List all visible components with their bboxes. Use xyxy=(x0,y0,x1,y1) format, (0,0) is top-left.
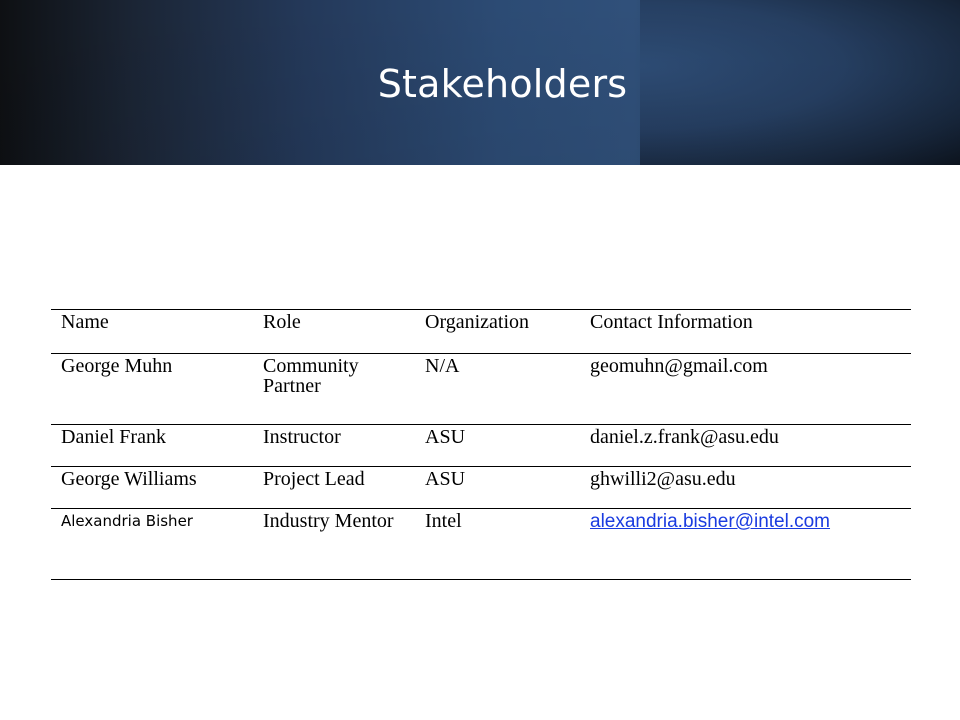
cell-organization: Intel xyxy=(425,510,462,532)
column-header-organization: Organization xyxy=(425,311,530,333)
stakeholders-table: Name Role Organization Contact Informati… xyxy=(51,309,911,580)
table-header-row: Name Role Organization Contact Informati… xyxy=(51,309,911,354)
column-header-role: Role xyxy=(263,311,301,333)
cell-role: Project Lead xyxy=(263,468,365,490)
table-row: George Muhn Community Partner N/A geomuh… xyxy=(51,354,911,425)
email-link[interactable]: alexandria.bisher@intel.com xyxy=(590,511,830,532)
slide-title: Stakeholders xyxy=(377,62,628,106)
cell-role: Industry Mentor xyxy=(263,510,394,532)
cell-contact: daniel.z.frank@asu.edu xyxy=(590,426,779,448)
slide: Stakeholders Name Role Organization Cont… xyxy=(0,0,960,720)
table-row: Alexandria Bisher Industry Mentor Intel … xyxy=(51,509,911,580)
cell-contact: geomuhn@gmail.com xyxy=(590,355,768,377)
cell-name: Alexandria Bisher xyxy=(61,512,193,530)
cell-role: Instructor xyxy=(263,426,341,448)
cell-name: Daniel Frank xyxy=(61,426,166,448)
cell-name: George Williams xyxy=(61,468,197,490)
table-row: George Williams Project Lead ASU ghwilli… xyxy=(51,467,911,509)
table-row: Daniel Frank Instructor ASU daniel.z.fra… xyxy=(51,425,911,467)
cell-role: Community Partner xyxy=(263,355,359,397)
column-header-name: Name xyxy=(61,311,109,333)
cell-contact: alexandria.bisher@intel.com xyxy=(580,509,911,580)
cell-organization: N/A xyxy=(425,355,460,377)
column-header-contact: Contact Information xyxy=(590,311,753,333)
cell-contact: ghwilli2@asu.edu xyxy=(590,468,736,490)
cell-organization: ASU xyxy=(425,468,466,490)
cell-name: George Muhn xyxy=(61,355,173,377)
cell-organization: ASU xyxy=(425,426,466,448)
